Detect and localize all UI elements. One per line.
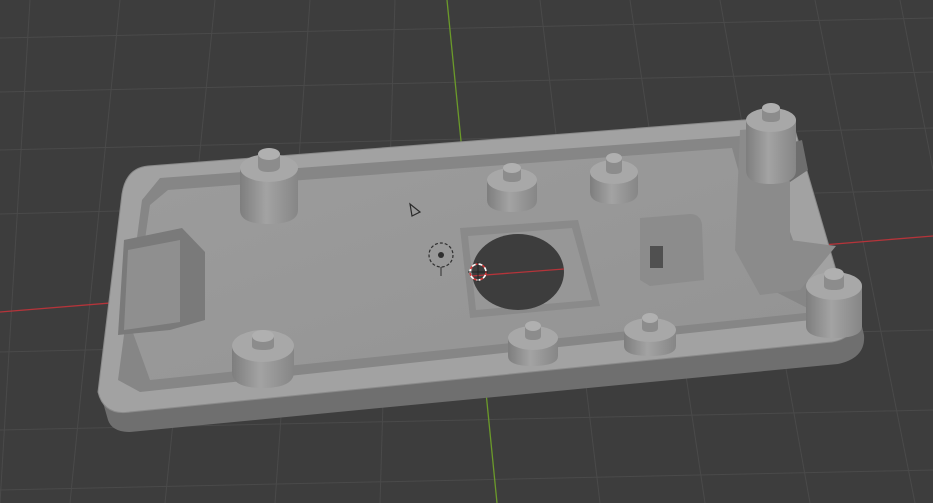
enclosure-model[interactable]: [97, 103, 865, 432]
mounting-post: [746, 103, 796, 184]
mounting-post: [240, 148, 298, 224]
3d-viewport[interactable]: [0, 0, 933, 503]
left-port-block: [124, 240, 180, 330]
mounting-post: [806, 268, 862, 338]
small-square-cutout: [650, 246, 663, 268]
mounting-post: [232, 330, 294, 388]
viewport-canvas[interactable]: [0, 0, 933, 503]
raised-pad: [640, 214, 704, 286]
